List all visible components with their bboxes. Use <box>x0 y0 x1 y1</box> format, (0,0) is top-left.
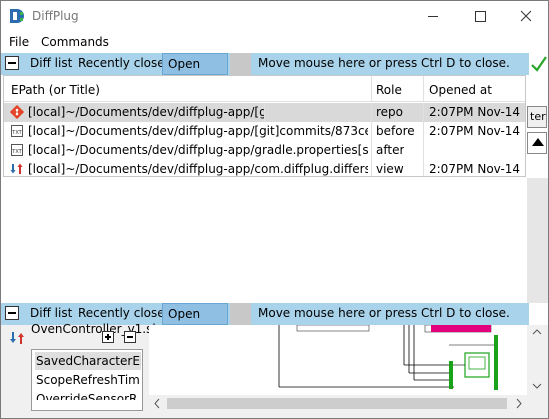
model-tree: OvenController_v1.slx SavedCharacterEr S… <box>3 323 163 412</box>
row-path: [local]~/Documents/dev/diffplug-app/com.… <box>28 162 368 176</box>
diffplug-logo-icon <box>10 9 24 23</box>
minimize-icon <box>428 16 438 17</box>
table-row[interactable]: [local]~/Documents/dev/diffplug-app/com.… <box>4 160 525 179</box>
side-button-label: ter <box>530 110 546 123</box>
row-opened: 2:07PM Nov-14 <box>429 105 521 119</box>
column-divider <box>423 76 424 102</box>
compare-icon <box>10 332 24 344</box>
header-role[interactable]: Role <box>376 83 402 97</box>
row-role: repo <box>376 105 404 119</box>
open-now-tab[interactable]: Open now <box>162 303 228 335</box>
diffplug-window: DiffPlug File Commands Diff list Recentl… <box>0 0 549 419</box>
model-block <box>494 335 498 390</box>
simulink-view: OvenController_v1.slx SavedCharacterEr S… <box>1 323 548 418</box>
column-divider <box>371 103 372 176</box>
close-hint: Move mouse here or press Ctrl D to close… <box>258 56 510 70</box>
list-item[interactable]: OverrideSensorR <box>35 390 141 400</box>
table-row[interactable]: TXT [local]~/Documents/dev/diffplug-app/… <box>4 141 525 160</box>
open-now-tab[interactable]: Open now <box>162 53 228 85</box>
table-header: EPath (or Title) Role Opened at <box>4 76 525 102</box>
close-icon <box>520 10 532 22</box>
close-hint: Move mouse here or press Ctrl D to close… <box>258 306 510 320</box>
expand-icon[interactable] <box>102 331 114 343</box>
row-opened: 2:07PM Nov-14 <box>429 124 521 138</box>
header-opened-at[interactable]: Opened at <box>429 83 492 97</box>
menu-bar: File Commands <box>1 32 548 52</box>
menu-file[interactable]: File <box>9 35 29 49</box>
list-item-label: ScopeRefreshTim <box>36 373 140 387</box>
horizontal-scrollbar[interactable] <box>149 395 527 412</box>
table-row[interactable]: [local]~/Documents/dev/diffplug-app/[git… <box>4 103 525 122</box>
title-bar: DiffPlug <box>1 1 548 32</box>
diff-list-tab[interactable]: Diff list <box>30 56 72 70</box>
recently-closed-tab[interactable]: Recently closed <box>78 56 172 70</box>
collapse-icon[interactable] <box>124 331 136 343</box>
list-item[interactable]: ScopeRefreshTim <box>35 371 141 389</box>
git-icon <box>10 105 24 119</box>
scroll-right-icon[interactable] <box>511 395 527 412</box>
row-path: [local]~/Documents/dev/diffplug-app/[git… <box>28 105 264 119</box>
diff-strip-top: Diff list Recently closed Open now Move … <box>1 53 529 85</box>
collapse-toggle[interactable] <box>5 306 19 320</box>
diff-list-tab[interactable]: Diff list <box>30 306 72 320</box>
side-button-ter[interactable]: ter <box>527 106 547 128</box>
text-file-icon: TXT <box>11 144 23 156</box>
list-item-label: OverrideSensorR <box>36 392 138 400</box>
maximize-button[interactable] <box>457 1 503 32</box>
row-role: before <box>376 124 415 138</box>
column-divider <box>371 76 372 102</box>
model-canvas[interactable] <box>149 325 527 395</box>
close-button[interactable] <box>503 1 548 32</box>
strip-divider <box>230 303 251 325</box>
scroll-up-icon[interactable] <box>528 325 546 339</box>
model-block <box>431 325 491 332</box>
cell-divider <box>264 103 265 122</box>
vertical-scrollbar[interactable] <box>528 325 546 395</box>
signal-list: SavedCharacterEr ScopeRefreshTim Overrid… <box>31 349 143 411</box>
header-epath[interactable]: EPath (or Title) <box>11 83 100 97</box>
collapse-toggle[interactable] <box>5 56 19 70</box>
window-title: DiffPlug <box>32 9 79 23</box>
svg-text:TXT: TXT <box>11 130 22 136</box>
text-file-icon: TXT <box>11 125 23 137</box>
menu-commands[interactable]: Commands <box>41 35 109 49</box>
list-item[interactable]: SavedCharacterEr <box>35 352 141 370</box>
scroll-left-icon[interactable] <box>149 395 165 412</box>
compare-icon <box>10 163 23 174</box>
scroll-thumb[interactable] <box>167 398 507 409</box>
diff-table: EPath (or Title) Role Opened at [local]~… <box>3 75 526 177</box>
minimize-button[interactable] <box>410 1 456 32</box>
strip-divider <box>230 53 251 75</box>
recently-closed-tab[interactable]: Recently closed <box>78 306 172 320</box>
column-divider <box>423 103 424 176</box>
model-block <box>449 361 453 389</box>
maximize-icon <box>475 11 486 22</box>
up-button[interactable] <box>527 132 547 154</box>
row-opened: 2:07PM Nov-14 <box>429 162 521 176</box>
check-icon[interactable] <box>530 53 548 75</box>
model-block <box>296 325 370 332</box>
scroll-down-icon[interactable] <box>528 379 546 393</box>
row-role: after <box>376 143 405 157</box>
row-role: view <box>376 162 404 176</box>
row-path: [local]~/Documents/dev/diffplug-app/[git… <box>28 124 368 138</box>
model-block <box>468 356 486 370</box>
svg-text:TXT: TXT <box>11 149 22 155</box>
model-name[interactable]: OvenController_v1.slx <box>31 323 163 336</box>
row-path: [local]~/Documents/dev/diffplug-app/grad… <box>28 143 368 157</box>
arrow-up-icon <box>532 138 544 146</box>
table-row[interactable]: TXT [local]~/Documents/dev/diffplug-app/… <box>4 122 525 141</box>
list-item-label: SavedCharacterEr <box>36 354 141 368</box>
side-panel <box>527 178 548 303</box>
